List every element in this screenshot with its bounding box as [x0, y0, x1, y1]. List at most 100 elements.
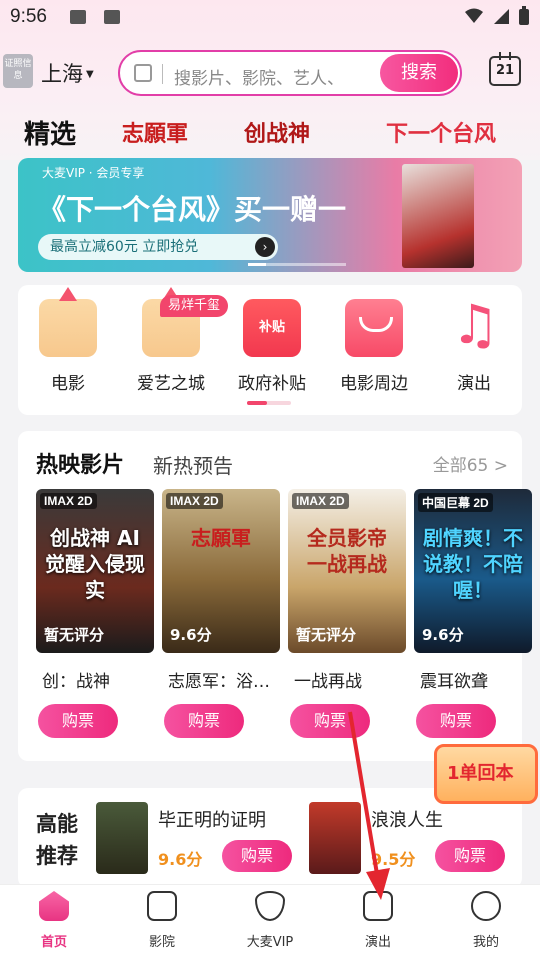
recommend-score: 9.5分	[371, 850, 416, 869]
tab-trailers[interactable]: 新热预告	[153, 450, 233, 479]
quick-entry-card: 电影 爱艺之城 补贴 政府补贴 电影周边 演出 易烊千玺	[18, 285, 522, 415]
recommend-heading: 高能推荐	[36, 812, 78, 868]
promo-text: 1单回本	[447, 763, 514, 784]
movie-poster[interactable]: IMAX 2D 全员影帝 一战再战 暂无评分	[288, 489, 406, 653]
movie-name: 创：战神	[42, 672, 110, 692]
buy-ticket-button[interactable]: 购票	[164, 704, 244, 738]
movie-name: 志愿军：浴…	[168, 672, 270, 692]
poster-text: 剧情爽！不说教！不陪喔！	[423, 526, 523, 602]
banner-cta-label: 最高立减60元 立即抢兑	[50, 239, 199, 255]
recommend-name: 毕正明的证明	[158, 810, 266, 831]
category-strip: 精选 志願軍 创战神 下一个台风	[0, 108, 540, 154]
quick-entry-shows[interactable]: 演出	[434, 293, 514, 394]
search-button[interactable]: 搜索	[380, 54, 458, 92]
castle-icon	[39, 287, 97, 357]
calendar-icon[interactable]: 21	[489, 52, 521, 86]
nav-profile[interactable]: 我的	[446, 891, 526, 950]
poster-text: 全员影帝 一战再战	[307, 526, 387, 576]
buy-ticket-button[interactable]: 购票	[416, 704, 496, 738]
movie-score: 暂无评分	[296, 626, 357, 644]
movie-card[interactable]: IMAX 2D 全员影帝 一战再战 暂无评分 一战再战 购票	[288, 489, 406, 738]
format-tag: 中国巨幕 2D	[418, 493, 493, 512]
movie-name: 一战再战	[294, 672, 362, 692]
nav-label: 首页	[40, 935, 67, 950]
banner-headline: 《下一个台风》买一赠一	[38, 193, 347, 226]
profile-icon	[471, 891, 501, 921]
banner-cta-button[interactable]: 最高立减60元 立即抢兑 ›	[38, 234, 278, 260]
now-showing-tabs: 热映影片 新热预告	[36, 447, 233, 479]
vip-diamond-icon	[255, 891, 285, 921]
music-note-icon	[445, 293, 503, 357]
movie-score: 9.6分	[170, 626, 212, 644]
movie-card[interactable]: IMAX 2D 创战神 AI觉醒入侵现实 暂无评分 创：战神 购票	[36, 489, 154, 738]
bottom-nav: 首页 影院 大麦VIP 演出 我的	[0, 884, 540, 960]
search-divider	[162, 64, 163, 84]
quick-entry-movie[interactable]: 电影	[28, 287, 108, 394]
movie-poster[interactable]: 中国巨幕 2D 剧情爽！不说教！不陪喔！ 9.6分	[414, 489, 532, 653]
tab-featured[interactable]: 精选	[24, 114, 76, 151]
recommend-name: 浪浪人生	[371, 810, 443, 831]
battery-icon	[519, 6, 529, 25]
city-name: 上海	[41, 62, 83, 86]
quick-entry-label: 演出	[457, 374, 491, 394]
tab-tron-ares[interactable]: 创战神	[244, 116, 310, 148]
view-all-link[interactable]: 全部65 >	[433, 451, 508, 476]
poster-text: 创战神 AI觉醒入侵现实	[45, 526, 145, 602]
search-input[interactable]: 搜影片、影院、艺人、	[174, 64, 344, 89]
status-time: 9:56	[10, 6, 47, 27]
banner-poster-image	[402, 164, 474, 268]
page-indicator	[247, 401, 291, 405]
nav-shows[interactable]: 演出	[338, 891, 418, 950]
status-right	[464, 6, 530, 26]
tab-now-showing[interactable]: 热映影片	[36, 453, 124, 478]
promo-banner[interactable]: 大麦VIP · 会员专享 《下一个台风》买一赠一 最高立减60元 立即抢兑 ›	[18, 158, 522, 272]
search-bar[interactable]: 搜影片、影院、艺人、 搜索	[118, 50, 462, 96]
license-info-button[interactable]: 证照信息	[3, 54, 33, 88]
scan-icon[interactable]	[134, 64, 152, 82]
wifi-icon	[465, 8, 483, 23]
nav-vip[interactable]: 大麦VIP	[230, 891, 310, 950]
header: 证照信息 上海 ▼ 搜影片、影院、艺人、 搜索 21	[0, 46, 540, 98]
format-tag: IMAX 2D	[166, 493, 223, 509]
image-notification-icon	[70, 10, 86, 24]
nav-cinema[interactable]: 影院	[122, 891, 202, 950]
caret-down-icon: ▼	[86, 69, 94, 80]
tab-next-typhoon[interactable]: 下一个台风	[386, 116, 496, 148]
quick-entry-subsidy[interactable]: 补贴 政府补贴	[232, 299, 312, 394]
subsidy-ticket-icon: 补贴	[243, 299, 301, 357]
quick-entry-merch[interactable]: 电影周边	[334, 299, 414, 394]
cinema-icon	[147, 891, 177, 921]
buy-ticket-button[interactable]: 购票	[38, 704, 118, 738]
nav-label: 演出	[364, 935, 391, 950]
movie-card[interactable]: 中国巨幕 2D 剧情爽！不说教！不陪喔！ 9.6分 震耳欲聋 购票	[414, 489, 532, 738]
format-tag: IMAX 2D	[40, 493, 97, 509]
status-bar: 9:56	[0, 0, 540, 36]
buy-ticket-button[interactable]: 购票	[435, 840, 505, 872]
tab-volunteers[interactable]: 志願軍	[122, 116, 188, 148]
movie-name: 震耳欲聋	[420, 672, 488, 692]
floating-promo[interactable]: 1单回本	[434, 744, 538, 804]
home-icon	[39, 891, 69, 921]
nav-label: 大麦VIP	[246, 935, 294, 950]
signal-icon	[494, 9, 509, 24]
nav-home[interactable]: 首页	[14, 891, 94, 950]
movie-poster[interactable]: IMAX 2D 志願軍 9.6分	[162, 489, 280, 653]
recommend-score: 9.6分	[158, 850, 203, 869]
recommend-poster[interactable]	[309, 802, 361, 874]
recommend-poster[interactable]	[96, 802, 148, 874]
movie-score: 暂无评分	[44, 626, 105, 644]
quick-entry-label: 爱艺之城	[137, 374, 205, 394]
city-selector[interactable]: 上海 ▼	[41, 58, 94, 88]
nav-label: 影院	[148, 935, 175, 950]
buy-ticket-button[interactable]: 购票	[222, 840, 292, 872]
poster-text: 志願軍	[191, 526, 251, 550]
movie-card[interactable]: IMAX 2D 志願軍 9.6分 志愿军：浴… 购票	[162, 489, 280, 738]
movie-score: 9.6分	[422, 626, 464, 644]
a-notification-icon	[104, 10, 120, 24]
quick-entry-label: 政府补贴	[238, 374, 306, 394]
nav-label: 我的	[472, 935, 499, 950]
movie-poster[interactable]: IMAX 2D 创战神 AI觉醒入侵现实 暂无评分	[36, 489, 154, 653]
vip-label: 大麦VIP · 会员专享	[42, 166, 145, 180]
buy-ticket-button[interactable]: 购票	[290, 704, 370, 738]
format-tag: IMAX 2D	[292, 493, 349, 509]
